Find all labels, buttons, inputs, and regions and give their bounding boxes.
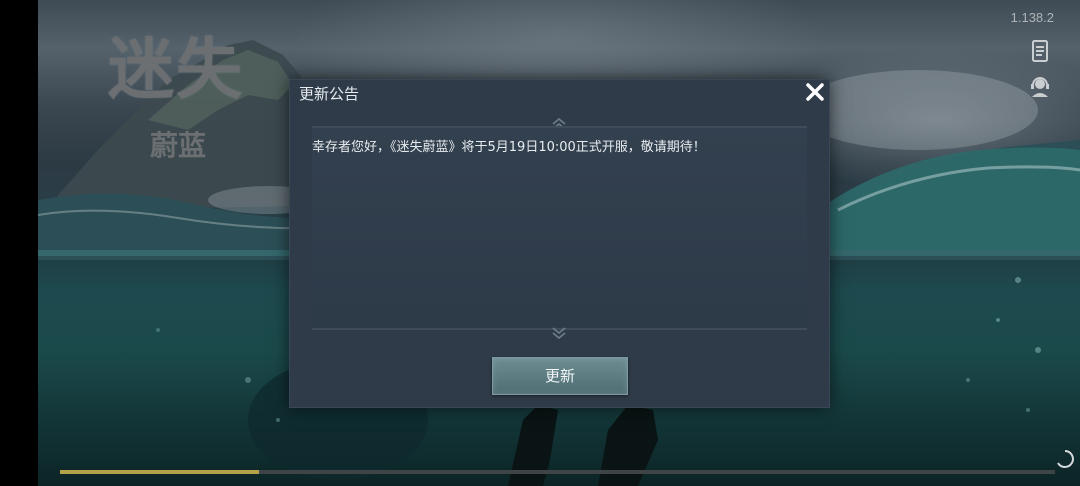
update-button[interactable]: 更新	[492, 357, 628, 395]
game-logo: 迷失 蔚蓝	[108, 30, 268, 180]
dialog-title: 更新公告	[299, 85, 360, 103]
close-icon[interactable]	[803, 80, 827, 104]
loading-progress-fill	[60, 470, 259, 474]
logo-subtitle: 蔚蓝	[150, 129, 207, 162]
loading-progress-bar	[60, 470, 1055, 474]
announcement-content[interactable]: 幸存者您好，《迷失蔚蓝》将于5月19日10:00正式开服，敬请期待！	[312, 126, 807, 330]
logo-title: 迷失	[108, 31, 244, 108]
game-screen: 迷失 蔚蓝 1.138.2 更新公告 幸存者您好，《迷失蔚蓝》将于5月19日10…	[0, 0, 1080, 486]
scroll-down-icon[interactable]	[552, 324, 566, 340]
loading-spinner-icon	[1055, 449, 1075, 469]
announcement-text: 幸存者您好，《迷失蔚蓝》将于5月19日10:00正式开服，敬请期待！	[312, 140, 706, 155]
notice-icon[interactable]	[1028, 39, 1052, 63]
version-label: 1.138.2	[1010, 10, 1054, 25]
update-announcement-dialog: 更新公告 幸存者您好，《迷失蔚蓝》将于5月19日10:00正式开服，敬请期待！ …	[289, 79, 830, 408]
customer-service-icon[interactable]	[1028, 75, 1052, 99]
